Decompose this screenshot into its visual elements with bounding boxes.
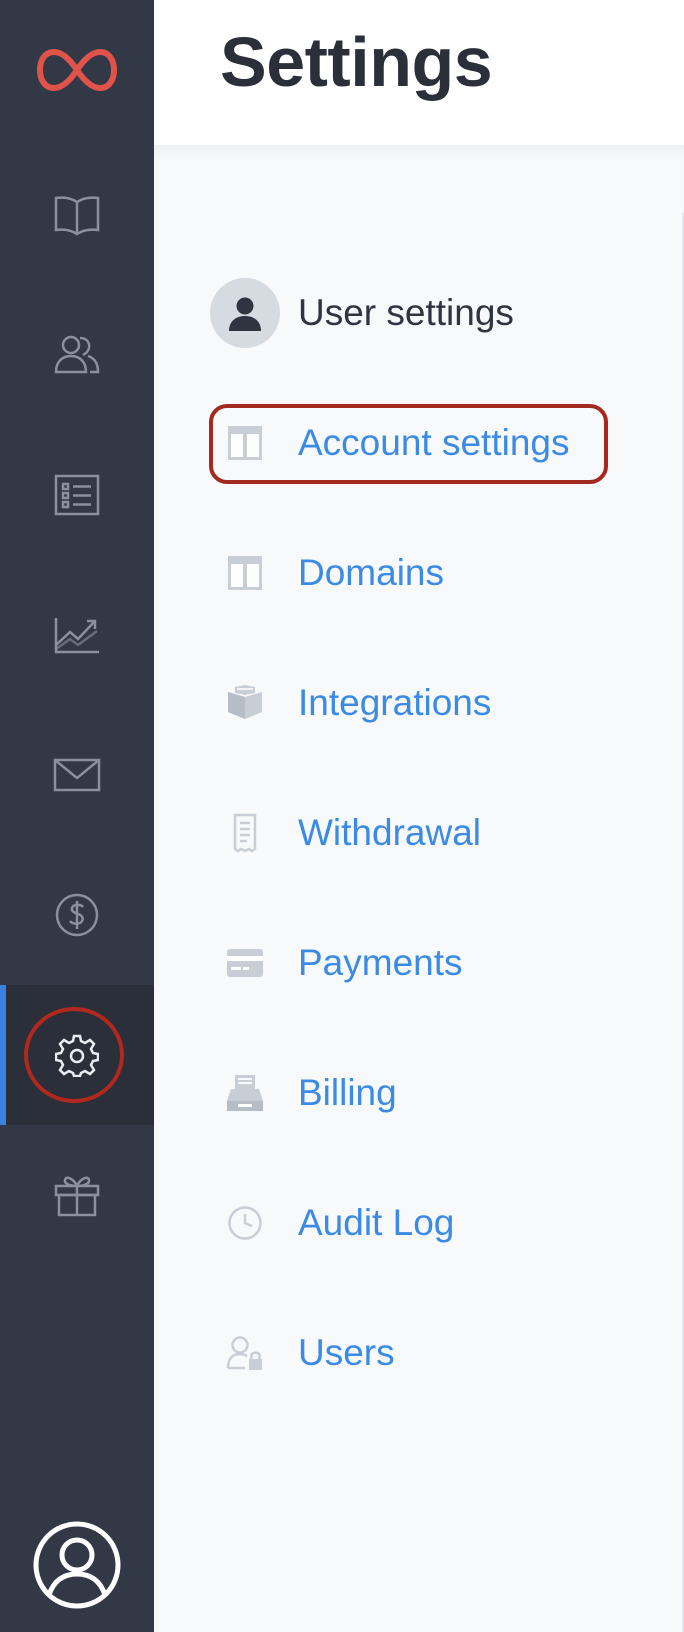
clock-icon: [228, 1206, 262, 1240]
page-title: Settings: [220, 23, 493, 101]
settings-item-label: User settings: [298, 292, 514, 333]
settings-item-label: Withdrawal: [298, 812, 481, 853]
settings-item-domains[interactable]: Domains: [210, 533, 444, 613]
account-panel-icon: [228, 426, 262, 460]
sidebar-item-messages[interactable]: [0, 705, 154, 845]
list-icon: [54, 474, 100, 516]
sidebar-item-settings[interactable]: [0, 985, 154, 1125]
credit-card-icon: [227, 949, 263, 977]
settings-item-audit-log[interactable]: Audit Log: [210, 1183, 454, 1263]
app-window: Settings User settings Account settings …: [0, 0, 684, 1632]
sidebar-item-rewards[interactable]: [0, 1125, 154, 1265]
user-avatar-icon: [210, 278, 280, 348]
settings-item-label: Billing: [298, 1072, 397, 1113]
user-lock-icon: [226, 1336, 262, 1370]
billing-tray-icon: [227, 1075, 263, 1111]
settings-item-label: Audit Log: [298, 1202, 455, 1243]
users-icon: [54, 335, 100, 374]
book-icon: [54, 196, 100, 236]
settings-item-label: Domains: [298, 552, 444, 593]
mail-icon: [53, 758, 101, 792]
gift-icon: [54, 1176, 100, 1217]
settings-item-label: Users: [298, 1332, 395, 1373]
chart-icon: [54, 618, 99, 654]
sidebar-item-lists[interactable]: [0, 425, 154, 565]
main-sidebar: [0, 0, 154, 1632]
sidebar-item-audience[interactable]: [0, 285, 154, 425]
settings-panel: User settings Account settings Domains I…: [154, 145, 684, 1632]
sidebar-item-payouts[interactable]: [0, 845, 154, 985]
settings-item-withdrawal[interactable]: Withdrawal: [210, 793, 481, 873]
receipt-icon: [233, 813, 257, 853]
settings-item-users[interactable]: Users: [210, 1313, 395, 1393]
settings-item-payments[interactable]: Payments: [210, 923, 463, 1003]
integrations-box-icon: [228, 685, 262, 719]
profile-menu[interactable]: [0, 1510, 154, 1620]
domains-panel-icon: [228, 556, 262, 590]
settings-item-label: Payments: [298, 942, 463, 983]
sidebar-item-reports[interactable]: [0, 565, 154, 705]
settings-item-label: Account settings: [298, 422, 570, 463]
dollar-icon: [55, 893, 99, 937]
settings-item-label: Integrations: [298, 682, 492, 723]
user-profile-icon: [33, 1521, 121, 1609]
infinity-logo-icon: [37, 48, 117, 92]
page-header: Settings: [154, 0, 684, 145]
settings-item-billing[interactable]: Billing: [210, 1053, 397, 1133]
settings-item-user-settings[interactable]: User settings: [210, 273, 514, 353]
settings-item-integrations[interactable]: Integrations: [210, 663, 491, 743]
settings-item-account-settings[interactable]: Account settings: [210, 403, 569, 483]
brand-logo[interactable]: [0, 30, 154, 110]
active-highlight-ring: [24, 1007, 124, 1103]
sidebar-item-library[interactable]: [0, 145, 154, 285]
